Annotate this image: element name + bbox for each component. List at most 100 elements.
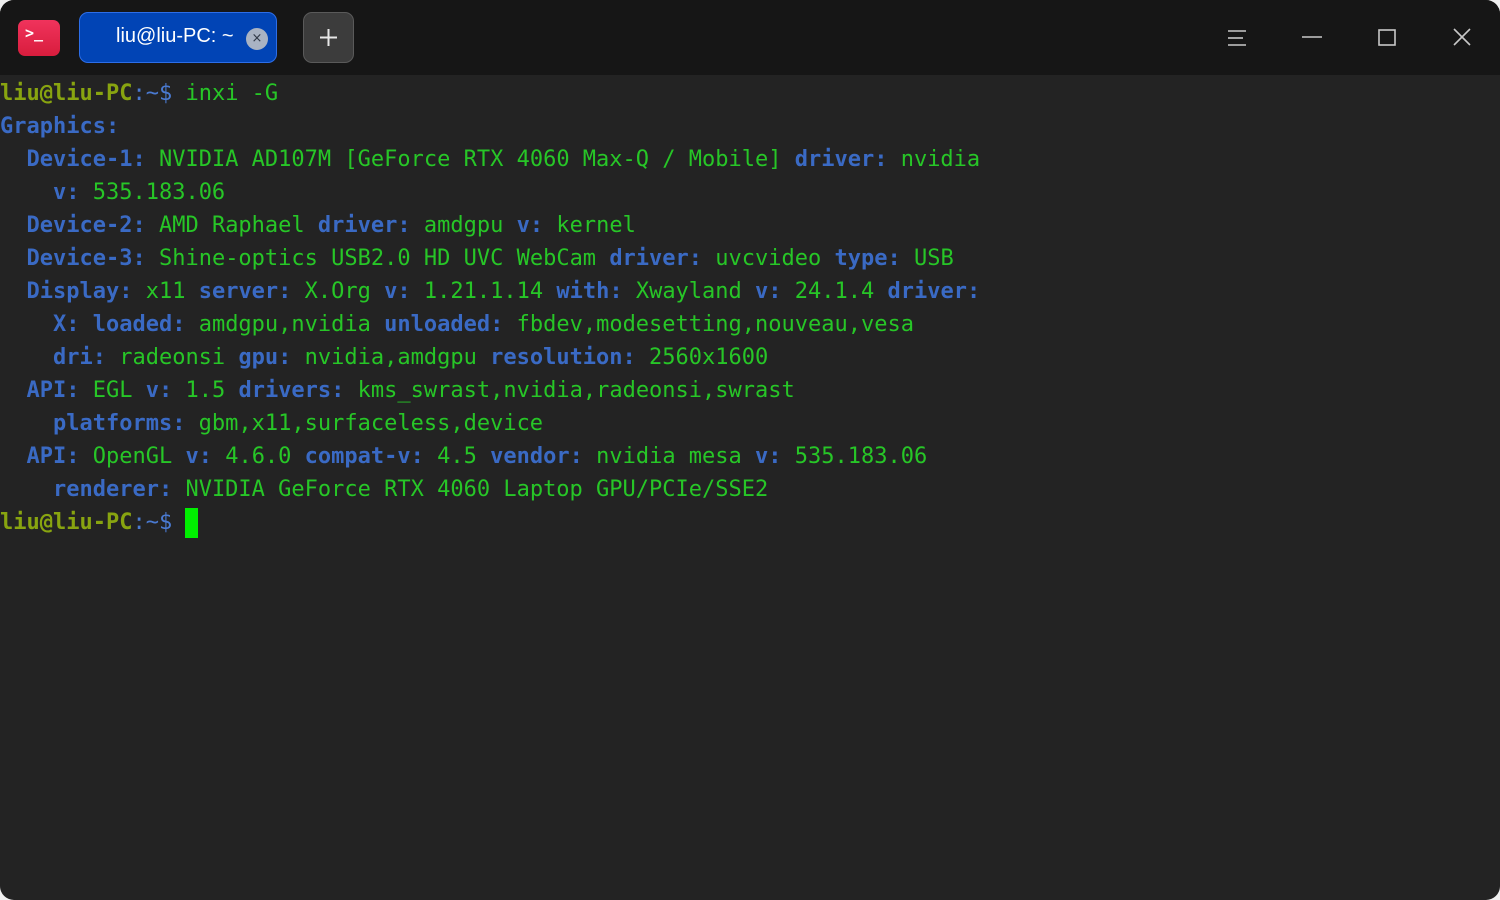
field-key: driver:: [317, 213, 411, 238]
minimize-button[interactable]: [1292, 18, 1332, 58]
tab-active-terminal[interactable]: liu@liu-PC: ~ ×: [79, 12, 277, 63]
field-key: renderer:: [52, 477, 173, 502]
field-value: [79, 312, 92, 337]
field-key: v:: [384, 279, 411, 304]
field-key: v:: [52, 180, 80, 205]
menu-button[interactable]: [1217, 18, 1257, 58]
field-key: Display:: [26, 279, 133, 304]
terminal-output-area[interactable]: liu@liu-PC:~$ inxi -G Graphics: Device-1…: [0, 75, 1500, 900]
active-prompt-line[interactable]: liu@liu-PC:~$: [0, 506, 199, 539]
field-value: amdgpu,nvidia: [185, 312, 385, 337]
output-line: renderer: NVIDIA GeForce RTX 4060 Laptop…: [0, 473, 768, 506]
command-line: liu@liu-PC:~$ inxi -G: [0, 77, 278, 110]
menu-icon: [1228, 30, 1246, 46]
field-key: with:: [556, 279, 623, 304]
field-key: v:: [755, 444, 782, 469]
field-value: kernel: [543, 213, 636, 238]
field-key: dri:: [52, 345, 106, 370]
graphics-heading: Graphics:: [0, 114, 120, 139]
field-value: kms_swrast,nvidia,radeonsi,swrast: [344, 378, 795, 403]
output-heading: Graphics:: [0, 110, 119, 143]
field-key: platforms:: [52, 411, 186, 436]
field-key: v:: [516, 213, 544, 238]
field-value: 1.5: [172, 378, 239, 403]
output-line: Device-3: Shine-optics USB2.0 HD UVC Web…: [0, 242, 954, 275]
field-value: NVIDIA AD107M [GeForce RTX 4060 Max-Q / …: [145, 147, 795, 172]
output-line: dri: radeonsi gpu: nvidia,amdgpu resolut…: [0, 341, 768, 374]
field-key: Device-2:: [26, 213, 146, 238]
field-value: radeonsi: [105, 345, 239, 370]
field-key: driver:: [887, 279, 981, 304]
close-icon[interactable]: ×: [246, 28, 268, 50]
field-value: 535.183.06: [79, 180, 226, 205]
field-value: 1.21.1.14: [410, 279, 557, 304]
field-key: API:: [26, 444, 80, 469]
field-key: driver:: [794, 147, 888, 172]
field-value: NVIDIA GeForce RTX 4060 Laptop GPU/PCIe/…: [172, 477, 769, 502]
window-close-button[interactable]: [1442, 18, 1482, 58]
maximize-button[interactable]: [1367, 18, 1407, 58]
output-line: platforms: gbm,x11,surfaceless,device: [0, 407, 543, 440]
field-value: nvidia: [887, 147, 981, 172]
prompt-symbol: $: [158, 81, 186, 106]
field-value: x11: [132, 279, 199, 304]
text-cursor: [185, 508, 199, 538]
output-line: Display: x11 server: X.Org v: 1.21.1.14 …: [0, 275, 981, 308]
field-value: AMD Raphael: [145, 213, 318, 238]
title-bar[interactable]: >_ liu@liu-PC: ~ ×: [0, 0, 1500, 75]
field-key: v:: [145, 378, 173, 403]
field-key: v:: [755, 279, 782, 304]
field-value: Xwayland: [622, 279, 756, 304]
output-line: Device-1: NVIDIA AD107M [GeForce RTX 406…: [0, 143, 981, 176]
prompt-user: liu@liu-PC: [0, 81, 133, 106]
tab-title: liu@liu-PC: ~: [116, 25, 234, 47]
field-key: API:: [26, 378, 80, 403]
output-line: API: OpenGL v: 4.6.0 compat-v: 4.5 vendo…: [0, 440, 928, 473]
field-value: 4.6.0: [211, 444, 305, 469]
maximize-icon: [1378, 29, 1396, 46]
field-value: 4.5: [423, 444, 491, 469]
field-value: 2560x1600: [635, 345, 769, 370]
output-line: API: EGL v: 1.5 drivers: kms_swrast,nvid…: [0, 374, 795, 407]
field-value: 535.183.06: [781, 444, 928, 469]
prompt-user: liu@liu-PC: [0, 510, 133, 535]
field-value: fbdev,modesetting,nouveau,vesa: [503, 312, 914, 337]
field-key: X:: [52, 312, 80, 337]
command-text: inxi -G: [185, 81, 279, 106]
output-line: Device-2: AMD Raphael driver: amdgpu v: …: [0, 209, 636, 242]
output-line: X: loaded: amdgpu,nvidia unloaded: fbdev…: [0, 308, 914, 341]
field-key: driver:: [609, 246, 703, 271]
field-value: gbm,x11,surfaceless,device: [185, 411, 544, 436]
minimize-icon: [1302, 36, 1322, 38]
prompt-path: :~: [132, 81, 159, 106]
field-key: drivers:: [238, 378, 345, 403]
new-tab-button[interactable]: [303, 12, 354, 63]
field-value: USB: [900, 246, 954, 271]
field-key: gpu:: [238, 345, 292, 370]
field-value: uvcvideo: [702, 246, 835, 271]
terminal-app-icon: >_: [18, 20, 60, 56]
terminal-window: >_ liu@liu-PC: ~ × liu@liu-PC:~$ inxi -G…: [0, 0, 1500, 900]
field-value: Shine-optics USB2.0 HD UVC WebCam: [145, 246, 610, 271]
field-key: Device-1:: [26, 147, 146, 172]
field-key: server:: [198, 279, 292, 304]
field-value: amdgpu: [410, 213, 517, 238]
window-close-icon: [1453, 28, 1471, 46]
output-line: v: 535.183.06: [0, 176, 225, 209]
field-key: v:: [185, 444, 212, 469]
field-key: unloaded:: [384, 312, 504, 337]
prompt-symbol: $: [158, 510, 186, 535]
plus-icon: [320, 29, 337, 46]
field-value: 24.1.4: [781, 279, 888, 304]
prompt-path: :~: [132, 510, 159, 535]
